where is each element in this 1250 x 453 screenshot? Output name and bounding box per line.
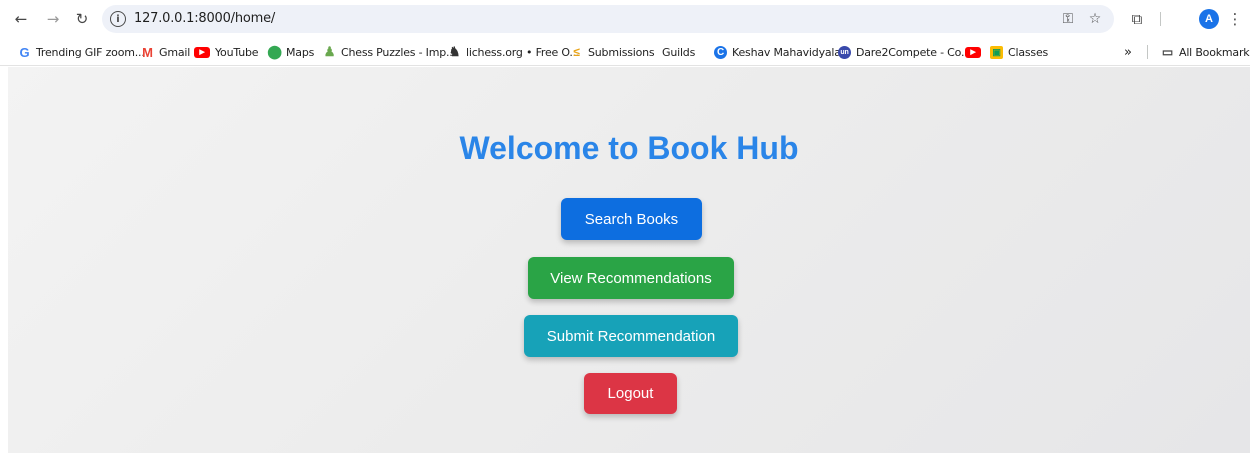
maps-icon: ⬤: [267, 44, 282, 59]
address-bar[interactable]: i 127.0.0.1:8000/home/ ⚿ ☆: [102, 5, 1114, 33]
more-bookmarks-button[interactable]: »: [1124, 43, 1132, 61]
bookmark-label: lichess.org • Free O...: [466, 45, 580, 59]
toolbar-separator: [1160, 12, 1161, 26]
bookmark-label: Trending GIF zoom...: [36, 45, 145, 59]
site-info-icon[interactable]: i: [110, 11, 126, 27]
bookmark-label: Guilds: [662, 45, 696, 59]
view-recommendations-button[interactable]: View Recommendations: [528, 257, 734, 299]
all-bookmarks-label: All Bookmarks: [1179, 45, 1250, 59]
bookmark-chess-puzzles[interactable]: ♟ Chess Puzzles - Imp...: [323, 43, 456, 61]
menu-kebab-icon[interactable]: ⋮: [1228, 9, 1243, 29]
classroom-icon: ▣: [990, 45, 1003, 59]
profile-avatar[interactable]: A: [1199, 9, 1219, 29]
search-books-button[interactable]: Search Books: [561, 198, 702, 240]
bookmark-trending-gif[interactable]: G Trending GIF zoom...: [18, 43, 145, 61]
url-text[interactable]: 127.0.0.1:8000/home/: [134, 11, 275, 26]
submissions-icon: ≤: [573, 45, 580, 59]
browser-toolbar: ← → ↻ i 127.0.0.1:8000/home/ ⚿ ☆ ⧉ A ⋮: [0, 0, 1250, 38]
bookmark-label: Keshav Mahavidyala...: [732, 45, 851, 59]
bookmark-dare2compete[interactable]: un Dare2Compete - Co...: [838, 43, 971, 61]
youtube-icon: ▶: [965, 46, 981, 58]
back-arrow-icon[interactable]: ←: [11, 9, 31, 29]
bookmark-label: Submissions: [588, 45, 655, 59]
bookmark-youtube-2[interactable]: ▶: [965, 43, 986, 61]
all-bookmarks-button[interactable]: ▭ All Bookmarks: [1161, 43, 1250, 61]
logout-button[interactable]: Logout: [584, 373, 677, 414]
google-icon: G: [19, 44, 30, 60]
bookmark-classes[interactable]: ▣ Classes: [990, 43, 1048, 61]
submit-recommendation-button[interactable]: Submit Recommendation: [524, 315, 738, 357]
bookmarks-separator: [1147, 45, 1148, 59]
bookmark-label: Chess Puzzles - Imp...: [341, 45, 456, 59]
bookmark-keshav[interactable]: C Keshav Mahavidyala...: [714, 43, 851, 61]
bookmark-guilds[interactable]: Guilds: [662, 43, 695, 61]
reload-icon[interactable]: ↻: [72, 9, 92, 29]
page-title: Welcome to Book Hub: [459, 130, 799, 166]
folder-icon: ▭: [1161, 45, 1174, 59]
bookmark-label: YouTube: [215, 45, 259, 59]
chess-icon: ♟: [323, 44, 336, 59]
bookmark-lichess[interactable]: ♞ lichess.org • Free O...: [448, 43, 580, 61]
bookmark-youtube[interactable]: ▶ YouTube: [194, 43, 259, 61]
extensions-puzzle-icon[interactable]: ⧉: [1127, 9, 1147, 29]
dare2compete-icon: un: [838, 45, 851, 59]
bookmark-label: Gmail: [159, 45, 191, 59]
forward-arrow-icon[interactable]: →: [43, 9, 63, 29]
bookmarks-bar: G Trending GIF zoom... M Gmail ▶ YouTube…: [0, 38, 1250, 66]
profile-initial: A: [1205, 13, 1213, 25]
bookmark-star-icon[interactable]: ☆: [1086, 10, 1104, 28]
more-bookmarks-glyph: »: [1124, 44, 1132, 60]
bookmark-label: Maps: [286, 45, 315, 59]
lichess-icon: ♞: [448, 44, 461, 59]
page-viewport: Welcome to Book Hub Search Books View Re…: [8, 67, 1250, 453]
gmail-icon: M: [142, 44, 153, 60]
youtube-icon: ▶: [194, 46, 210, 58]
bookmark-submissions[interactable]: ≤ Submissions: [570, 43, 654, 61]
bookmark-gmail[interactable]: M Gmail: [141, 43, 190, 61]
keshav-icon: C: [714, 45, 727, 59]
bookmark-maps[interactable]: ⬤ Maps: [267, 43, 315, 61]
bookmark-label: Dare2Compete - Co...: [856, 45, 971, 59]
bookmark-label: Classes: [1008, 45, 1049, 59]
password-key-icon[interactable]: ⚿: [1059, 10, 1077, 28]
